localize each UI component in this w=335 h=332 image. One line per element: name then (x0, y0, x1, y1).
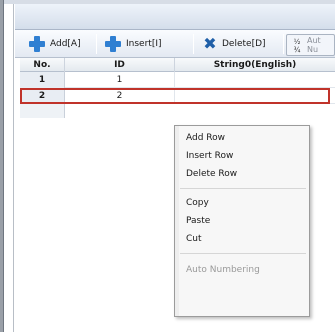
toolbar-separator (193, 34, 194, 54)
insert-button[interactable]: Insert[I] (100, 33, 188, 55)
selected-row-highlight (20, 88, 330, 104)
insert-button-label: Insert[I] (126, 39, 162, 49)
numbering-icon: ½¾ (293, 38, 301, 54)
id-cell[interactable]: 1 (65, 72, 175, 88)
column-header-string0-english[interactable]: String0(English) (175, 58, 335, 72)
auto-numbering-button[interactable]: ½¾ Aut Nu (286, 34, 335, 56)
plus-icon (28, 35, 46, 53)
title-text (20, 8, 100, 20)
menu-separator (180, 188, 306, 189)
menu-item-delete-row[interactable]: Delete Row (186, 166, 306, 182)
menu-item-add-row[interactable]: Add Row (186, 130, 306, 146)
menu-item-auto-numbering[interactable]: Auto Numbering (186, 262, 306, 278)
context-menu-gutter (175, 126, 179, 316)
delete-button[interactable]: ✖ Delete[D] (198, 33, 278, 55)
auto-numbering-label-bottom: Nu (307, 45, 319, 54)
column-header-id[interactable]: ID (65, 58, 175, 72)
menu-item-insert-row[interactable]: Insert Row (186, 148, 306, 164)
left-splitter-panel[interactable] (4, 4, 14, 332)
new-row-header[interactable] (20, 104, 65, 118)
menu-item-copy[interactable]: Copy (186, 195, 306, 211)
column-header-no[interactable]: No. (20, 58, 65, 72)
menu-separator (180, 253, 306, 254)
plus-icon (104, 35, 122, 53)
menu-item-paste[interactable]: Paste (186, 213, 306, 229)
add-button-label: Add[A] (50, 39, 81, 49)
menu-item-cut[interactable]: Cut (186, 231, 306, 247)
toolbar-separator (96, 34, 97, 54)
close-x-icon: ✖ (203, 34, 217, 53)
row-number-cell[interactable]: 1 (20, 72, 65, 88)
toolbar-separator (283, 34, 284, 54)
add-button[interactable]: Add[A] (24, 33, 92, 55)
delete-button-label: Delete[D] (222, 39, 266, 49)
